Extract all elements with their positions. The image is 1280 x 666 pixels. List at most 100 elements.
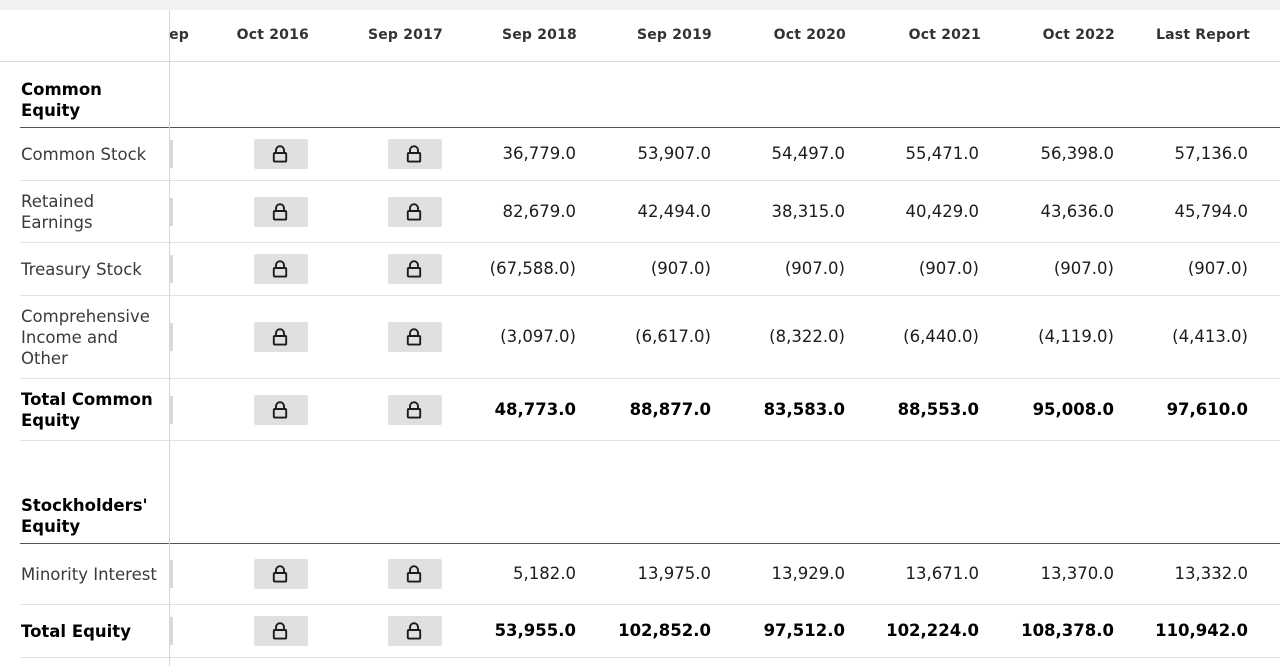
hidden-column-cell	[170, 140, 173, 168]
section-title: Stockholders' Equity	[21, 496, 148, 536]
row-label: Retained Earnings	[21, 191, 95, 232]
value-cell: 97,512.0	[763, 621, 845, 640]
lock-glyph	[406, 202, 422, 221]
table-header: Sep 2015Oct 2016Sep 2017Sep 2018Sep 2019…	[0, 10, 1280, 62]
table-row: Total Equity 53,955.0 102,852.0 97,512.0 102…	[20, 605, 1280, 658]
lock-glyph	[272, 400, 288, 419]
value-cell: (4,413.0)	[1172, 327, 1248, 346]
lock-glyph	[406, 328, 422, 346]
value-cell: 88,553.0	[897, 399, 979, 419]
value-cell: (3,097.0)	[500, 327, 576, 346]
value-cell: 45,794.0	[1174, 201, 1248, 221]
value-cell: 53,907.0	[637, 144, 711, 163]
value-cell: 42,494.0	[637, 201, 711, 221]
value-cell: 5,182.0	[513, 564, 576, 583]
row-label: Common Stock	[21, 144, 147, 164]
lock-glyph	[272, 328, 288, 346]
value-cell: 97,610.0	[1166, 399, 1248, 419]
value-cell: 55,471.0	[905, 144, 979, 163]
hidden-column-cell	[170, 255, 173, 283]
lock-glyph	[272, 260, 288, 278]
column-header-c2018[interactable]: Sep 2018	[447, 10, 577, 61]
locked-value-button[interactable]	[254, 616, 308, 646]
column-header-last[interactable]: Last Report	[1120, 10, 1250, 61]
hidden-column-cell	[170, 197, 173, 226]
hidden-column-cell	[170, 560, 173, 588]
locked-value-button[interactable]	[254, 139, 308, 169]
table-row: Retained Earnings 82,679.0 42,494.0 38,315.…	[20, 181, 1280, 243]
value-cell: 13,671.0	[905, 564, 979, 583]
value-cell: 56,398.0	[1040, 144, 1114, 163]
locked-value-button[interactable]	[388, 394, 442, 425]
row-label: Minority Interest	[21, 564, 157, 584]
table-row: Minority Interest 5,182.0 13,975.0 13,929.0…	[20, 544, 1280, 605]
value-cell: (8,322.0)	[769, 327, 845, 346]
section-header-row: Stockholders' Equity	[20, 441, 1280, 544]
table-row: Comprehensive Income and Other (3,097.0) (…	[20, 296, 1280, 379]
lock-glyph	[272, 145, 288, 163]
lock-glyph	[272, 202, 288, 221]
value-cell: 110,942.0	[1155, 621, 1248, 640]
locked-value-button[interactable]	[388, 616, 442, 646]
row-label: Total Equity	[21, 621, 131, 641]
hidden-column-cell	[170, 323, 173, 351]
value-cell: 53,955.0	[494, 621, 576, 640]
locked-value-button[interactable]	[388, 196, 442, 227]
lock-glyph	[406, 145, 422, 163]
frozen-column-divider	[169, 10, 170, 666]
locked-value-button[interactable]	[388, 322, 442, 352]
value-cell: (907.0)	[784, 259, 845, 278]
row-label: Treasury Stock	[21, 259, 142, 279]
financial-table: Sep 2015Oct 2016Sep 2017Sep 2018Sep 2019…	[0, 10, 1280, 666]
lock-glyph	[406, 565, 422, 583]
column-header-c2021[interactable]: Oct 2021	[851, 10, 981, 61]
value-cell: (67,588.0)	[489, 259, 576, 278]
column-header-c2020[interactable]: Oct 2020	[716, 10, 846, 61]
value-cell: (907.0)	[1053, 259, 1114, 278]
hidden-column-cell	[170, 395, 173, 424]
locked-value-button[interactable]	[254, 322, 308, 352]
value-cell: (4,119.0)	[1038, 327, 1114, 346]
value-cell: 54,497.0	[771, 144, 845, 163]
value-cell: (907.0)	[650, 259, 711, 278]
column-header-c2017[interactable]: Sep 2017	[313, 10, 443, 61]
locked-value-button[interactable]	[388, 254, 442, 284]
value-cell: 38,315.0	[771, 201, 845, 221]
value-cell: 13,975.0	[637, 564, 711, 583]
lock-glyph	[406, 260, 422, 278]
value-cell: 36,779.0	[502, 144, 576, 163]
locked-value-button[interactable]	[388, 139, 442, 169]
value-cell: 102,852.0	[618, 621, 711, 640]
value-cell: 40,429.0	[905, 201, 979, 221]
value-cell: 43,636.0	[1040, 201, 1114, 221]
row-label: Total Common Equity	[21, 389, 153, 430]
lock-glyph	[272, 565, 288, 583]
value-cell: (907.0)	[918, 259, 979, 278]
column-header-c2019[interactable]: Sep 2019	[582, 10, 712, 61]
locked-value-button[interactable]	[254, 254, 308, 284]
value-cell: 57,136.0	[1174, 144, 1248, 163]
locked-value-button[interactable]	[254, 196, 308, 227]
lock-glyph	[272, 622, 288, 640]
section-title: Common Equity	[21, 80, 102, 120]
locked-value-button[interactable]	[388, 559, 442, 589]
row-label: Comprehensive Income and Other	[21, 306, 150, 368]
lock-glyph	[406, 400, 422, 419]
column-header-c2022[interactable]: Oct 2022	[985, 10, 1115, 61]
value-cell: 82,679.0	[502, 201, 576, 221]
hidden-column-cell	[170, 617, 173, 645]
section-header-row: Common Equity	[20, 62, 1280, 128]
column-header-c2016[interactable]: Oct 2016	[179, 10, 309, 61]
value-cell: (6,440.0)	[903, 327, 979, 346]
value-cell: 13,929.0	[771, 564, 845, 583]
value-cell: 13,370.0	[1040, 564, 1114, 583]
locked-value-button[interactable]	[254, 394, 308, 425]
value-cell: 48,773.0	[494, 399, 576, 419]
value-cell: 83,583.0	[763, 399, 845, 419]
value-cell: 102,224.0	[886, 621, 979, 640]
locked-value-button[interactable]	[254, 559, 308, 589]
top-bar	[0, 0, 1280, 10]
value-cell: (6,617.0)	[635, 327, 711, 346]
table-row: Treasury Stock (67,588.0) (907.0) (907.0) (9…	[20, 243, 1280, 296]
value-cell: 95,008.0	[1032, 399, 1114, 419]
